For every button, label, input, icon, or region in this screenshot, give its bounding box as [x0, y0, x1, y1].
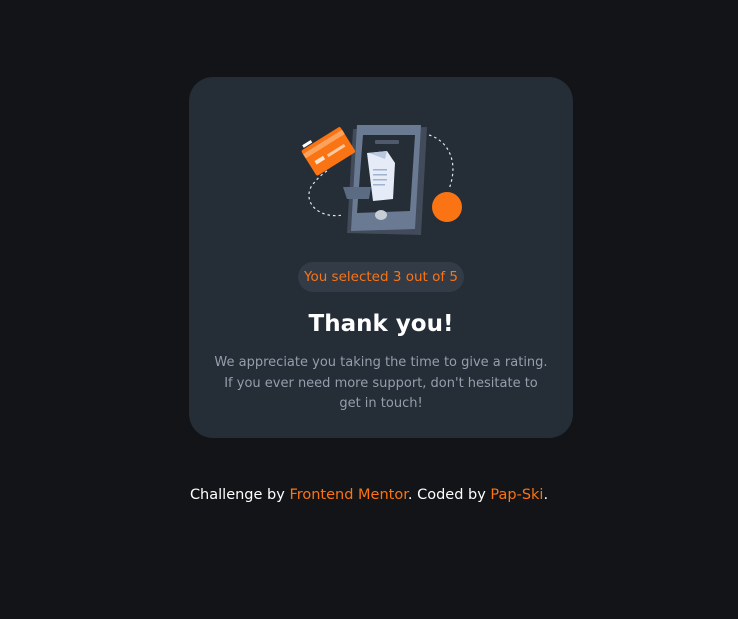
footer-suffix: . — [543, 487, 549, 503]
rating-badge: You selected 3 out of 5 — [298, 262, 464, 292]
phone-receipt-card-illustration-icon — [301, 125, 462, 235]
frontend-mentor-link[interactable]: Frontend Mentor — [289, 487, 407, 503]
thank-you-card: You selected 3 out of 5 Thank you! We ap… — [189, 77, 573, 438]
footer-middle: . Coded by — [407, 487, 491, 503]
page-title: Thank you! — [308, 311, 454, 337]
thank-you-description: We appreciate you taking the time to giv… — [214, 355, 548, 411]
author-link[interactable]: Pap-Ski — [490, 487, 543, 503]
attribution-footer: Challenge by Frontend Mentor. Coded by P… — [0, 484, 738, 506]
footer-prefix: Challenge by — [189, 487, 290, 503]
